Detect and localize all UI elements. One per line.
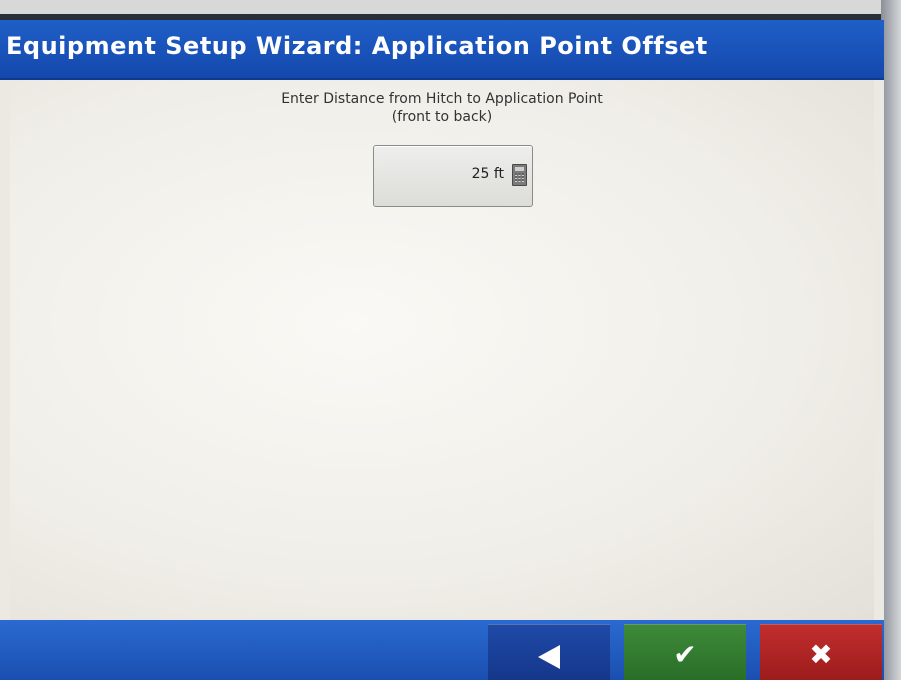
- cancel-button[interactable]: ✖: [760, 624, 882, 680]
- back-button[interactable]: [488, 624, 610, 680]
- distance-value: 25 ft: [471, 166, 504, 182]
- display-screen: Equipment Setup Wizard: Application Poin…: [0, 20, 884, 680]
- prompt-line-2: (front to back): [391, 109, 493, 125]
- prompt-text: Enter Distance from Hitch to Application…: [10, 90, 874, 126]
- wizard-content: Enter Distance from Hitch to Application…: [10, 80, 874, 620]
- distance-input[interactable]: 25 ft: [373, 145, 533, 207]
- calculator-icon[interactable]: [512, 164, 527, 186]
- checkmark-icon: ✔: [673, 637, 697, 671]
- prompt-line-1: Enter Distance from Hitch to Application…: [281, 91, 603, 107]
- monitor-bezel-right: [881, 0, 901, 680]
- close-icon: ✖: [809, 637, 833, 671]
- back-arrow-icon: [538, 644, 560, 669]
- title-bar: Equipment Setup Wizard: Application Poin…: [0, 20, 884, 80]
- monitor-frame: Equipment Setup Wizard: Application Poin…: [0, 0, 901, 680]
- monitor-bezel-top: [0, 0, 901, 14]
- window-title: Equipment Setup Wizard: Application Poin…: [6, 32, 708, 60]
- ok-button[interactable]: ✔: [624, 624, 746, 680]
- footer-bar: ✔ ✖: [0, 620, 884, 680]
